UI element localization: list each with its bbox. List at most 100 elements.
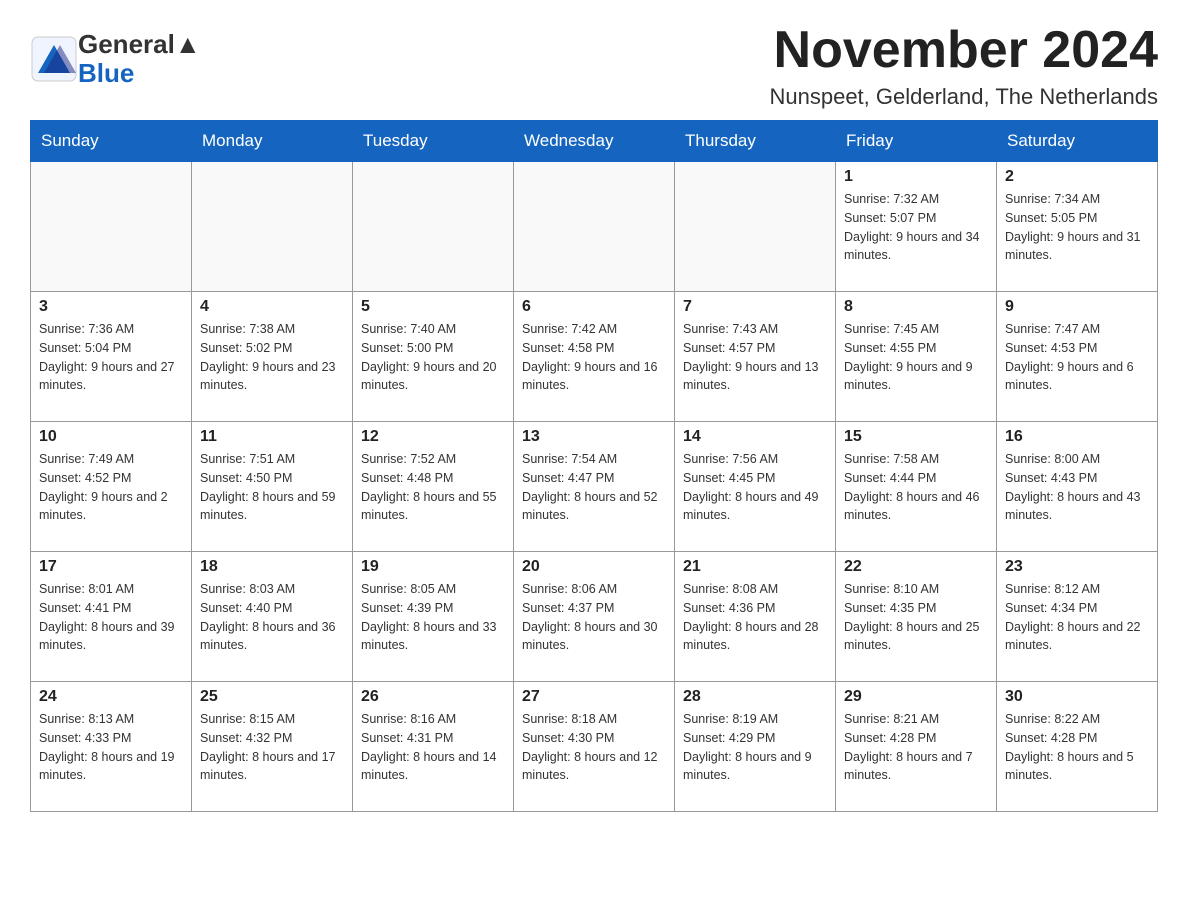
day-info: Sunrise: 8:01 AM Sunset: 4:41 PM Dayligh… (39, 580, 183, 655)
day-number: 15 (844, 428, 988, 446)
calendar-cell: 9Sunrise: 7:47 AM Sunset: 4:53 PM Daylig… (997, 292, 1158, 422)
calendar-cell: 27Sunrise: 8:18 AM Sunset: 4:30 PM Dayli… (514, 682, 675, 812)
calendar-cell: 18 Sunrise: 8:03 AM Sunset: 4:40 PM Dayli… (192, 552, 353, 682)
day-number: 20 (522, 558, 666, 576)
day-info: Sunrise: 8:21 AM Sunset: 4:28 PM Dayligh… (844, 710, 988, 785)
calendar-cell: 11Sunrise: 7:51 AM Sunset: 4:50 PM Dayli… (192, 422, 353, 552)
day-number: 17 (39, 558, 183, 576)
page-header: General▲ Blue November 2024 Nunspeet, Ge… (30, 20, 1158, 110)
day-info: Sunrise: 7:38 AM Sunset: 5:02 PM Dayligh… (200, 320, 344, 395)
calendar-header-thursday: Thursday (675, 121, 836, 162)
calendar-week-2: 3Sunrise: 7:36 AM Sunset: 5:04 PM Daylig… (31, 292, 1158, 422)
calendar-cell: 2 Sunrise: 7:34 AM Sunset: 5:05 PM Daylig… (997, 162, 1158, 292)
calendar-cell (353, 162, 514, 292)
calendar-header-wednesday: Wednesday (514, 121, 675, 162)
day-number: 1 (844, 168, 988, 186)
calendar-week-3: 10 Sunrise: 7:49 AM Sunset: 4:52 PM Dayli… (31, 422, 1158, 552)
calendar-cell: 19Sunrise: 8:05 AM Sunset: 4:39 PM Dayli… (353, 552, 514, 682)
calendar-table: SundayMondayTuesdayWednesdayThursdayFrid… (30, 120, 1158, 812)
day-info: Sunrise: 7:45 AM Sunset: 4:55 PM Dayligh… (844, 320, 988, 395)
calendar-header-monday: Monday (192, 121, 353, 162)
calendar-cell: 5 Sunrise: 7:40 AM Sunset: 5:00 PM Daylig… (353, 292, 514, 422)
day-number: 12 (361, 428, 505, 446)
day-info: Sunrise: 8:18 AM Sunset: 4:30 PM Dayligh… (522, 710, 666, 785)
calendar-cell: 10 Sunrise: 7:49 AM Sunset: 4:52 PM Dayli… (31, 422, 192, 552)
calendar-cell: 28 Sunrise: 8:19 AM Sunset: 4:29 PM Dayli… (675, 682, 836, 812)
day-number: 6 (522, 298, 666, 316)
calendar-cell: 8Sunrise: 7:45 AM Sunset: 4:55 PM Daylig… (836, 292, 997, 422)
day-info: Sunrise: 8:22 AM Sunset: 4:28 PM Dayligh… (1005, 710, 1149, 785)
calendar-cell: 30 Sunrise: 8:22 AM Sunset: 4:28 PM Dayli… (997, 682, 1158, 812)
day-info: Sunrise: 8:13 AM Sunset: 4:33 PM Dayligh… (39, 710, 183, 785)
calendar-cell (514, 162, 675, 292)
day-info: Sunrise: 7:56 AM Sunset: 4:45 PM Dayligh… (683, 450, 827, 525)
day-info: Sunrise: 8:00 AM Sunset: 4:43 PM Dayligh… (1005, 450, 1149, 525)
day-info: Sunrise: 7:34 AM Sunset: 5:05 PM Dayligh… (1005, 190, 1149, 265)
day-number: 21 (683, 558, 827, 576)
day-number: 10 (39, 428, 183, 446)
calendar-header-friday: Friday (836, 121, 997, 162)
calendar-cell: 17 Sunrise: 8:01 AM Sunset: 4:41 PM Dayli… (31, 552, 192, 682)
calendar-cell: 26 Sunrise: 8:16 AM Sunset: 4:31 PM Dayli… (353, 682, 514, 812)
day-number: 2 (1005, 168, 1149, 186)
day-info: Sunrise: 8:19 AM Sunset: 4:29 PM Dayligh… (683, 710, 827, 785)
calendar-cell: 12 Sunrise: 7:52 AM Sunset: 4:48 PM Dayli… (353, 422, 514, 552)
day-number: 28 (683, 688, 827, 706)
day-info: Sunrise: 7:52 AM Sunset: 4:48 PM Dayligh… (361, 450, 505, 525)
calendar-cell: 22 Sunrise: 8:10 AM Sunset: 4:35 PM Dayli… (836, 552, 997, 682)
day-info: Sunrise: 8:12 AM Sunset: 4:34 PM Dayligh… (1005, 580, 1149, 655)
day-info: Sunrise: 7:49 AM Sunset: 4:52 PM Dayligh… (39, 450, 183, 525)
day-info: Sunrise: 7:58 AM Sunset: 4:44 PM Dayligh… (844, 450, 988, 525)
calendar-cell: 29 Sunrise: 8:21 AM Sunset: 4:28 PM Dayli… (836, 682, 997, 812)
calendar-cell: 24 Sunrise: 8:13 AM Sunset: 4:33 PM Dayli… (31, 682, 192, 812)
calendar-cell: 6 Sunrise: 7:42 AM Sunset: 4:58 PM Daylig… (514, 292, 675, 422)
calendar-cell: 14Sunrise: 7:56 AM Sunset: 4:45 PM Dayli… (675, 422, 836, 552)
calendar-header-saturday: Saturday (997, 121, 1158, 162)
day-number: 26 (361, 688, 505, 706)
title-block: November 2024 Nunspeet, Gelderland, The … (769, 20, 1158, 110)
day-info: Sunrise: 7:32 AM Sunset: 5:07 PM Dayligh… (844, 190, 988, 265)
calendar-cell: 16 Sunrise: 8:00 AM Sunset: 4:43 PM Dayli… (997, 422, 1158, 552)
day-number: 30 (1005, 688, 1149, 706)
month-title: November 2024 (769, 20, 1158, 80)
day-info: Sunrise: 8:10 AM Sunset: 4:35 PM Dayligh… (844, 580, 988, 655)
day-number: 18 (200, 558, 344, 576)
logo-icon (30, 35, 78, 83)
day-info: Sunrise: 8:06 AM Sunset: 4:37 PM Dayligh… (522, 580, 666, 655)
calendar-cell: 3Sunrise: 7:36 AM Sunset: 5:04 PM Daylig… (31, 292, 192, 422)
calendar-cell: 1 Sunrise: 7:32 AM Sunset: 5:07 PM Daylig… (836, 162, 997, 292)
calendar-cell: 13 Sunrise: 7:54 AM Sunset: 4:47 PM Dayli… (514, 422, 675, 552)
day-info: Sunrise: 8:03 AM Sunset: 4:40 PM Dayligh… (200, 580, 344, 655)
calendar-week-5: 24 Sunrise: 8:13 AM Sunset: 4:33 PM Dayli… (31, 682, 1158, 812)
day-number: 16 (1005, 428, 1149, 446)
day-number: 24 (39, 688, 183, 706)
calendar-cell: 7 Sunrise: 7:43 AM Sunset: 4:57 PM Daylig… (675, 292, 836, 422)
logo-text-general: General (78, 29, 175, 59)
day-info: Sunrise: 8:08 AM Sunset: 4:36 PM Dayligh… (683, 580, 827, 655)
calendar-week-4: 17 Sunrise: 8:01 AM Sunset: 4:41 PM Dayli… (31, 552, 1158, 682)
day-info: Sunrise: 7:47 AM Sunset: 4:53 PM Dayligh… (1005, 320, 1149, 395)
location-title: Nunspeet, Gelderland, The Netherlands (769, 84, 1158, 110)
day-info: Sunrise: 7:54 AM Sunset: 4:47 PM Dayligh… (522, 450, 666, 525)
calendar-cell (192, 162, 353, 292)
day-info: Sunrise: 8:16 AM Sunset: 4:31 PM Dayligh… (361, 710, 505, 785)
calendar-cell: 21 Sunrise: 8:08 AM Sunset: 4:36 PM Dayli… (675, 552, 836, 682)
calendar-cell: 25Sunrise: 8:15 AM Sunset: 4:32 PM Dayli… (192, 682, 353, 812)
day-number: 4 (200, 298, 344, 316)
calendar-cell: 15 Sunrise: 7:58 AM Sunset: 4:44 PM Dayli… (836, 422, 997, 552)
day-info: Sunrise: 7:51 AM Sunset: 4:50 PM Dayligh… (200, 450, 344, 525)
calendar-cell: 4 Sunrise: 7:38 AM Sunset: 5:02 PM Daylig… (192, 292, 353, 422)
day-info: Sunrise: 8:05 AM Sunset: 4:39 PM Dayligh… (361, 580, 505, 655)
calendar-cell (31, 162, 192, 292)
day-info: Sunrise: 7:42 AM Sunset: 4:58 PM Dayligh… (522, 320, 666, 395)
day-number: 13 (522, 428, 666, 446)
day-number: 29 (844, 688, 988, 706)
day-number: 5 (361, 298, 505, 316)
day-info: Sunrise: 7:40 AM Sunset: 5:00 PM Dayligh… (361, 320, 505, 395)
day-info: Sunrise: 8:15 AM Sunset: 4:32 PM Dayligh… (200, 710, 344, 785)
calendar-week-1: 1 Sunrise: 7:32 AM Sunset: 5:07 PM Daylig… (31, 162, 1158, 292)
calendar-cell: 20 Sunrise: 8:06 AM Sunset: 4:37 PM Dayli… (514, 552, 675, 682)
day-number: 22 (844, 558, 988, 576)
day-info: Sunrise: 7:43 AM Sunset: 4:57 PM Dayligh… (683, 320, 827, 395)
day-number: 7 (683, 298, 827, 316)
